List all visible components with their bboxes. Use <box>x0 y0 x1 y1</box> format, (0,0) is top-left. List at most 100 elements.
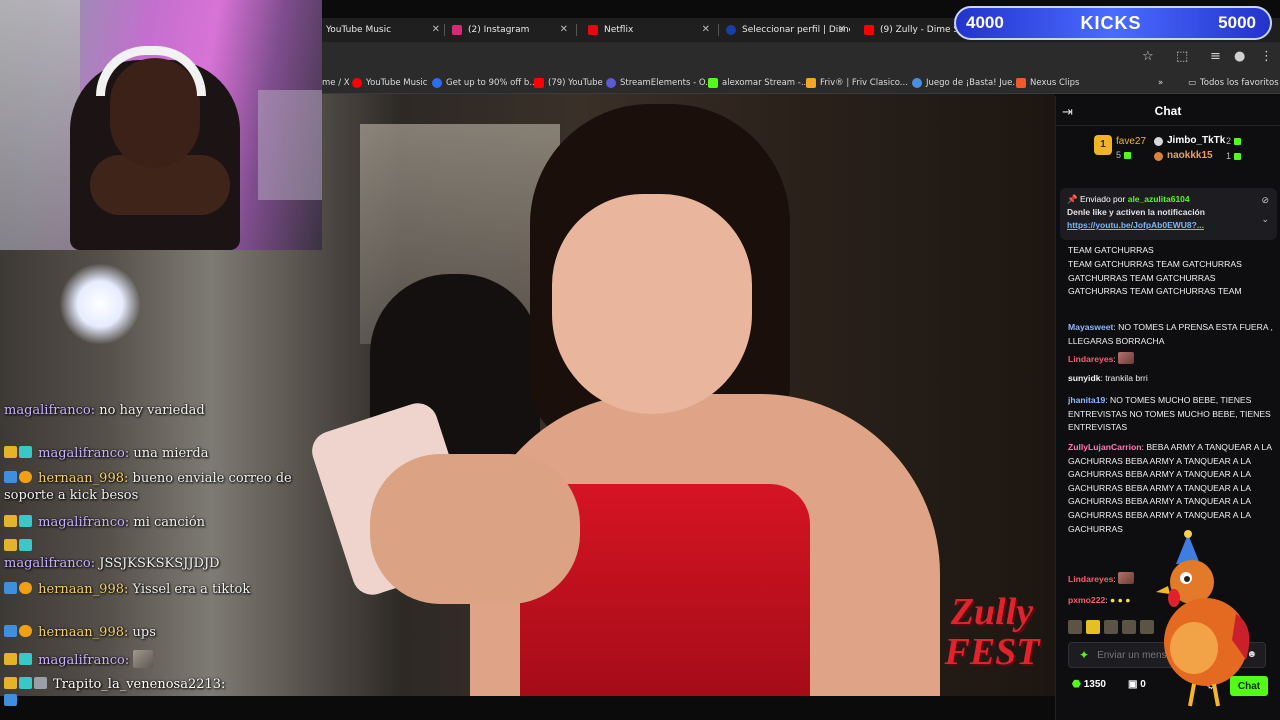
gift-badge-icon <box>34 677 47 689</box>
netflix-icon <box>588 25 598 35</box>
overlay-chat-message: hernaan_998: ups <box>4 624 320 641</box>
pinned-link[interactable]: https://youtu.be/JofpAb0EWU8?... <box>1067 220 1204 230</box>
kicks-goal: 5000 <box>1218 13 1256 32</box>
webcam-wall <box>0 0 80 250</box>
close-icon[interactable]: ✕ <box>838 24 846 35</box>
bookmark-friv[interactable]: Friv® | Friv Clasico... <box>806 76 908 90</box>
overlay-chat-text: Yissel era a tiktok <box>132 582 251 597</box>
chat-message: TEAM GATCHURRAS TEAM GATCHURRAS GATCHURR… <box>1068 258 1274 299</box>
overlay-chat-user: hernaan_998: <box>38 471 129 486</box>
pinned-user[interactable]: ale_azulita6104 <box>1128 194 1190 204</box>
screen: Zully FEST YouTube Music ✕ (2) Instagram… <box>0 0 1280 720</box>
pinned-text: Denle like y activen la notificación <box>1067 207 1205 217</box>
tab-divider <box>444 24 445 36</box>
bookmark-x[interactable]: me / X <box>322 76 350 90</box>
sub-badge-icon <box>19 677 32 689</box>
points-icon: ⬣ <box>1072 679 1081 690</box>
overlay-chat-user: hernaan_998: <box>38 625 129 640</box>
party-hat <box>1176 534 1200 564</box>
leaderboard-second-name: Jimbo_TkTk <box>1167 135 1226 146</box>
chat-header: ⇥ Chat <box>1056 96 1280 126</box>
tab-youtube-music[interactable]: YouTube Music ✕ <box>322 18 440 42</box>
tab-label: Netflix <box>604 25 634 35</box>
tab-instagram[interactable]: (2) Instagram ✕ <box>448 18 572 42</box>
chat-message-user[interactable]: Mayasweet <box>1068 322 1113 332</box>
webcam-overlay <box>0 0 322 250</box>
chat-message-user[interactable]: jhanita19 <box>1068 395 1105 405</box>
kick-chip-icon <box>1234 138 1241 145</box>
chat-message-text: BEBA ARMY A TANQUEAR A LA GACHURRAS BEBA… <box>1068 442 1272 534</box>
friv-icon <box>806 78 816 88</box>
verified-icon <box>4 582 17 594</box>
media-icon[interactable]: ≡ <box>1210 50 1221 64</box>
tab-disney[interactable]: Seleccionar perfil | Disney+ ✕ <box>722 18 850 42</box>
headphones-icon <box>96 46 206 96</box>
channel-points[interactable]: ⬣ 1350 <box>1072 679 1106 690</box>
rooster-mascot <box>1156 530 1250 707</box>
star-icon[interactable]: ☆ <box>1142 50 1154 64</box>
leaderboard-first-count: 5 <box>1116 150 1122 160</box>
overlay-chat-message: magalifranco: una mierda <box>4 445 320 462</box>
bookmark-youtube[interactable]: (79) YouTube <box>534 76 603 90</box>
party-hat-pom <box>1184 530 1192 538</box>
more-icon[interactable]: ⋮ <box>1260 50 1273 64</box>
leaderboard-first-name: fave27 <box>1116 136 1147 147</box>
emote-image <box>133 650 154 668</box>
close-icon[interactable]: ✕ <box>560 24 568 35</box>
emote-quick[interactable] <box>1086 620 1100 634</box>
pinned-message[interactable]: 📌 Enviado por ale_azulita6104 Denle like… <box>1060 188 1277 240</box>
tab-zully[interactable]: (9) Zully - Dime Si Me <box>860 18 956 42</box>
tab-label: (9) Zully - Dime Si Me <box>880 25 956 35</box>
rooster-pupil <box>1184 576 1190 582</box>
overlay-chat-text: una mierda <box>133 446 209 461</box>
emote-quick[interactable] <box>1068 620 1082 634</box>
chat-message: Lindareyes: <box>1068 352 1274 367</box>
profile-icon[interactable]: ● <box>1234 50 1245 64</box>
bookmark-label: Get up to 90% off b... <box>446 78 538 88</box>
chat-message-user[interactable]: pxmo222 <box>1068 595 1105 605</box>
instagram-icon <box>452 25 462 35</box>
overlay-chat-text: ups <box>132 625 156 640</box>
chat-message-user[interactable]: sunyidk <box>1068 373 1100 383</box>
bookmark-label: StreamElements - O... <box>620 78 714 88</box>
tab-netflix[interactable]: Netflix ✕ <box>584 18 714 42</box>
zully-fest-logo: Zully FEST <box>934 592 1050 680</box>
chat-message-user[interactable]: ZullyLujanCarrion <box>1068 442 1142 452</box>
level-badge-icon <box>19 471 32 483</box>
emote-image <box>1118 352 1135 364</box>
bookmark-youtube-music[interactable]: YouTube Music <box>352 76 427 90</box>
collapse-icon[interactable]: ⇥ <box>1062 104 1073 120</box>
rooster-wattle <box>1168 589 1180 607</box>
chat-message-user[interactable]: Lindareyes <box>1068 354 1113 364</box>
kicks-current: 4000 <box>966 13 1004 32</box>
bookmarks-overflow[interactable]: » <box>1158 76 1163 90</box>
chat-message-user[interactable]: Lindareyes <box>1068 574 1113 584</box>
chevron-down-icon[interactable]: ⌄ <box>1261 213 1269 226</box>
overlay-chat-user: Trapito_la_venenosa2213: <box>53 677 226 692</box>
extensions-icon[interactable]: ⬚ <box>1176 50 1188 64</box>
close-icon[interactable]: ✕ <box>432 24 440 35</box>
folder-icon: ▭ <box>1188 78 1197 88</box>
overlay-chat-user: magalifranco: <box>38 446 130 461</box>
bookmark-kick[interactable]: alexomar Stream -... <box>708 76 809 90</box>
bookmark-basta[interactable]: Juego de ¡Basta! Jue... <box>912 76 1021 90</box>
chat-message: TEAM GATCHURRAS <box>1068 244 1274 258</box>
emote-quick[interactable] <box>1122 620 1136 634</box>
bookmark-nexus[interactable]: Nexus Clips <box>1016 76 1079 90</box>
kick-icon <box>708 78 718 88</box>
bookmark-deal[interactable]: Get up to 90% off b... <box>432 76 537 90</box>
leaderboard[interactable]: 1 fave27 5 Jimbo_TkTk 2 naokkk15 1 <box>1056 130 1280 166</box>
chat-message: sunyidk: trankila brri <box>1068 373 1148 383</box>
close-icon[interactable]: ✕ <box>702 24 710 35</box>
bookmark-streamelements[interactable]: StreamElements - O... <box>606 76 713 90</box>
kicks-balance[interactable]: ▣ 0 <box>1128 679 1146 690</box>
all-bookmarks[interactable]: ▭ Todos los favoritos <box>1188 76 1279 90</box>
unpin-icon[interactable]: ⊘ <box>1261 194 1269 207</box>
bookmark-label: alexomar Stream -... <box>722 78 809 88</box>
sparkle-icon[interactable]: ✦ <box>1079 648 1089 662</box>
emote-quick[interactable] <box>1104 620 1118 634</box>
all-bookmarks-label: Todos los favoritos <box>1200 78 1279 88</box>
chat-message-text: TEAM GATCHURRAS <box>1068 245 1154 255</box>
kicks-balance-value: 0 <box>1140 679 1146 690</box>
overlay-chat-message: magalifranco: no hay variedad <box>4 402 320 419</box>
